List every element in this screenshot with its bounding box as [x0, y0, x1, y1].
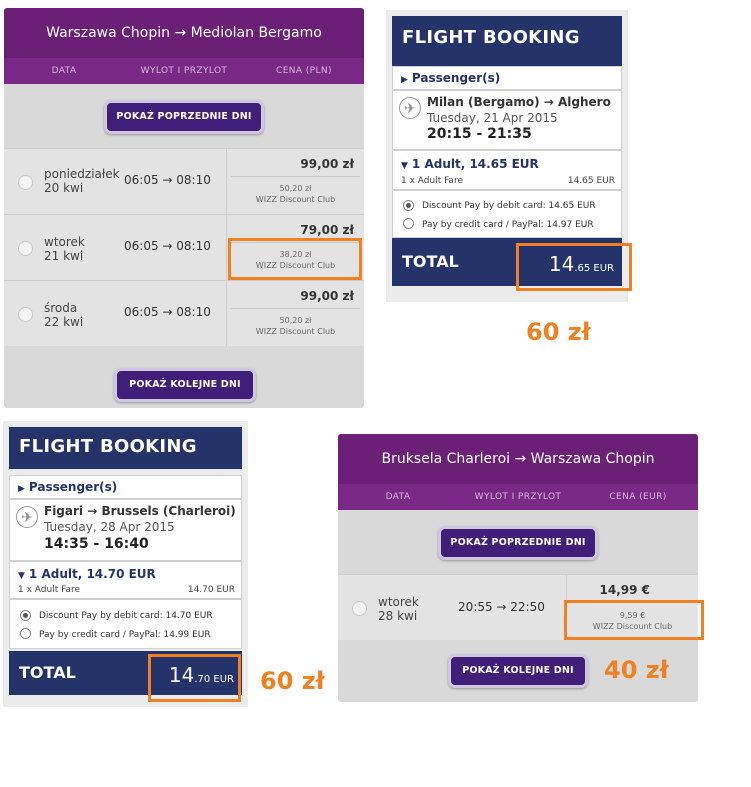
flight-time: 06:05 → 08:10 [124, 173, 211, 187]
highlight-box [516, 243, 632, 291]
fare-summary[interactable]: ▼ 1 Adult, 14.70 EUR 1 x Adult Fare 14.70… [9, 561, 242, 599]
day-name: środa [44, 301, 78, 315]
club-price: 50,20 zł [279, 184, 312, 193]
flight-panel-waw-bgy: Warszawa Chopin → Mediolan Bergamo DATA … [4, 8, 364, 408]
total-label: TOTAL [19, 663, 76, 682]
debit-card-radio[interactable] [403, 200, 414, 211]
select-flight-radio[interactable] [18, 175, 33, 190]
select-flight-radio[interactable] [18, 241, 33, 256]
booking-title: FLIGHT BOOKING [9, 427, 242, 469]
club-label: WIZZ Discount Club [255, 195, 336, 204]
col-flight: WYLOT I PRZYLOT [140, 66, 228, 76]
club-label: WIZZ Discount Club [255, 327, 336, 336]
flight-times: 14:35 - 16:40 [44, 536, 149, 552]
passengers-toggle[interactable]: ▶ Passenger(s) [392, 66, 622, 90]
price-note: 60 zł [526, 318, 591, 346]
passengers-text: Passenger(s) [411, 71, 501, 85]
panel-header: Bruksela Charleroi → Warszawa Chopin DAT… [338, 434, 698, 510]
price-note: 40 zł [604, 656, 669, 684]
airplane-icon: ✈ [16, 506, 38, 528]
price-divider [231, 308, 360, 309]
show-previous-days-button[interactable]: POKAŻ POPRZEDNIE DNI [104, 100, 264, 134]
route-title: Warszawa Chopin → Mediolan Bergamo [46, 25, 322, 41]
regular-price: 99,00 zł [300, 157, 354, 171]
flight-details: ✈ Milan (Bergamo) → Alghero Tuesday, 21 … [392, 90, 622, 150]
caret-down-icon: ▼ [401, 161, 408, 171]
debit-card-option[interactable]: Discount Pay by debit card: 14.65 EUR [422, 201, 596, 211]
column-headers: DATA WYLOT I PRZYLOT CENA (PLN) [4, 58, 364, 84]
regular-price: 14,99 € [599, 583, 650, 597]
fare-label: 1 x Adult Fare [18, 585, 80, 595]
passengers-text: Passenger(s) [28, 480, 118, 494]
total-label: TOTAL [402, 252, 459, 271]
passengers-label: ▶ Passenger(s) [393, 67, 621, 91]
day-name: poniedziałek [44, 167, 120, 181]
price-divider [231, 176, 360, 177]
price-note: 60 zł [260, 667, 325, 695]
select-flight-radio[interactable] [18, 307, 33, 322]
passengers-toggle[interactable]: ▶ Passenger(s) [9, 475, 242, 499]
adult-fare-text: 1 Adult, 14.65 EUR [411, 157, 539, 171]
fare-value: 14.65 EUR [567, 176, 615, 186]
col-date: DATA [51, 66, 77, 76]
day-name: wtorek [44, 235, 85, 249]
panel-header: Warszawa Chopin → Mediolan Bergamo DATA … [4, 8, 364, 84]
regular-price: 99,00 zł [300, 289, 354, 303]
flight-date: Tuesday, 28 Apr 2015 [44, 520, 175, 534]
select-flight-radio[interactable] [352, 601, 367, 616]
day-date: 28 kwi [378, 609, 418, 623]
passengers-label: ▶ Passenger(s) [10, 476, 241, 500]
show-next-days-button[interactable]: POKAŻ KOLEJNE DNI [114, 368, 256, 402]
club-price: 50,20 zł [279, 316, 312, 325]
fare-value: 14.70 EUR [187, 585, 235, 595]
flight-row[interactable]: środa 22 kwi 06:05 → 08:10 99,00 zł 50,2… [4, 280, 364, 346]
flight-time: 06:05 → 08:10 [124, 305, 211, 319]
column-headers: DATA WYLOT I PRZYLOT CENA (EUR) [338, 484, 698, 510]
highlight-box [564, 600, 704, 640]
day-date: 22 kwi [44, 315, 84, 329]
airplane-icon: ✈ [399, 97, 421, 119]
booking-title: FLIGHT BOOKING [392, 16, 622, 66]
day-date: 20 kwi [44, 181, 84, 195]
flight-date: Tuesday, 21 Apr 2015 [427, 111, 558, 125]
day-name: wtorek [378, 595, 419, 609]
route-text: Milan (Bergamo) → Alghero [427, 95, 611, 109]
caret-down-icon: ▼ [18, 571, 25, 581]
credit-card-radio[interactable] [403, 218, 414, 229]
highlight-box [148, 654, 241, 702]
show-next-days-button[interactable]: POKAŻ KOLEJNE DNI [448, 654, 588, 688]
flight-details: ✈ Figari → Brussels (Charleroi) Tuesday,… [9, 499, 242, 561]
flight-time: 06:05 → 08:10 [124, 239, 211, 253]
col-date: DATA [385, 492, 411, 502]
adult-fare-total: ▼ 1 Adult, 14.70 EUR [18, 567, 156, 581]
debit-card-radio[interactable] [20, 610, 31, 621]
col-price: CENA (EUR) [609, 492, 667, 502]
price-cell: 99,00 zł 50,20 zł WIZZ Discount Club [226, 281, 364, 346]
day-date: 21 kwi [44, 249, 84, 263]
credit-card-option[interactable]: Pay by credit card / PayPal: 14.97 EUR [422, 220, 594, 230]
route-title: Bruksela Charleroi → Warszawa Chopin [381, 451, 655, 467]
credit-card-option[interactable]: Pay by credit card / PayPal: 14.99 EUR [39, 630, 211, 640]
adult-fare-text: 1 Adult, 14.70 EUR [28, 567, 156, 581]
col-price: CENA (PLN) [276, 66, 332, 76]
col-flight: WYLOT I PRZYLOT [474, 492, 562, 502]
payment-options: Discount Pay by debit card: 14.65 EUR Pa… [392, 190, 622, 238]
debit-card-option[interactable]: Discount Pay by debit card: 14.70 EUR [39, 611, 213, 621]
credit-card-radio[interactable] [20, 628, 31, 639]
flight-time: 20:55 → 22:50 [458, 600, 545, 614]
fare-summary[interactable]: ▼ 1 Adult, 14.65 EUR 1 x Adult Fare 14.65… [392, 150, 622, 190]
route-text: Figari → Brussels (Charleroi) [44, 504, 236, 518]
flight-row[interactable]: poniedziałek 20 kwi 06:05 → 08:10 99,00 … [4, 148, 364, 214]
flight-times: 20:15 - 21:35 [427, 126, 532, 142]
price-cell: 99,00 zł 50,20 zł WIZZ Discount Club [226, 149, 364, 214]
show-previous-days-button[interactable]: POKAŻ POPRZEDNIE DNI [438, 526, 598, 560]
fare-label: 1 x Adult Fare [401, 176, 463, 186]
highlight-box [228, 238, 362, 280]
adult-fare-total: ▼ 1 Adult, 14.65 EUR [401, 157, 539, 171]
regular-price: 79,00 zł [300, 223, 354, 237]
caret-right-icon: ▶ [401, 75, 408, 85]
payment-options: Discount Pay by debit card: 14.70 EUR Pa… [9, 599, 242, 649]
caret-right-icon: ▶ [18, 484, 25, 494]
